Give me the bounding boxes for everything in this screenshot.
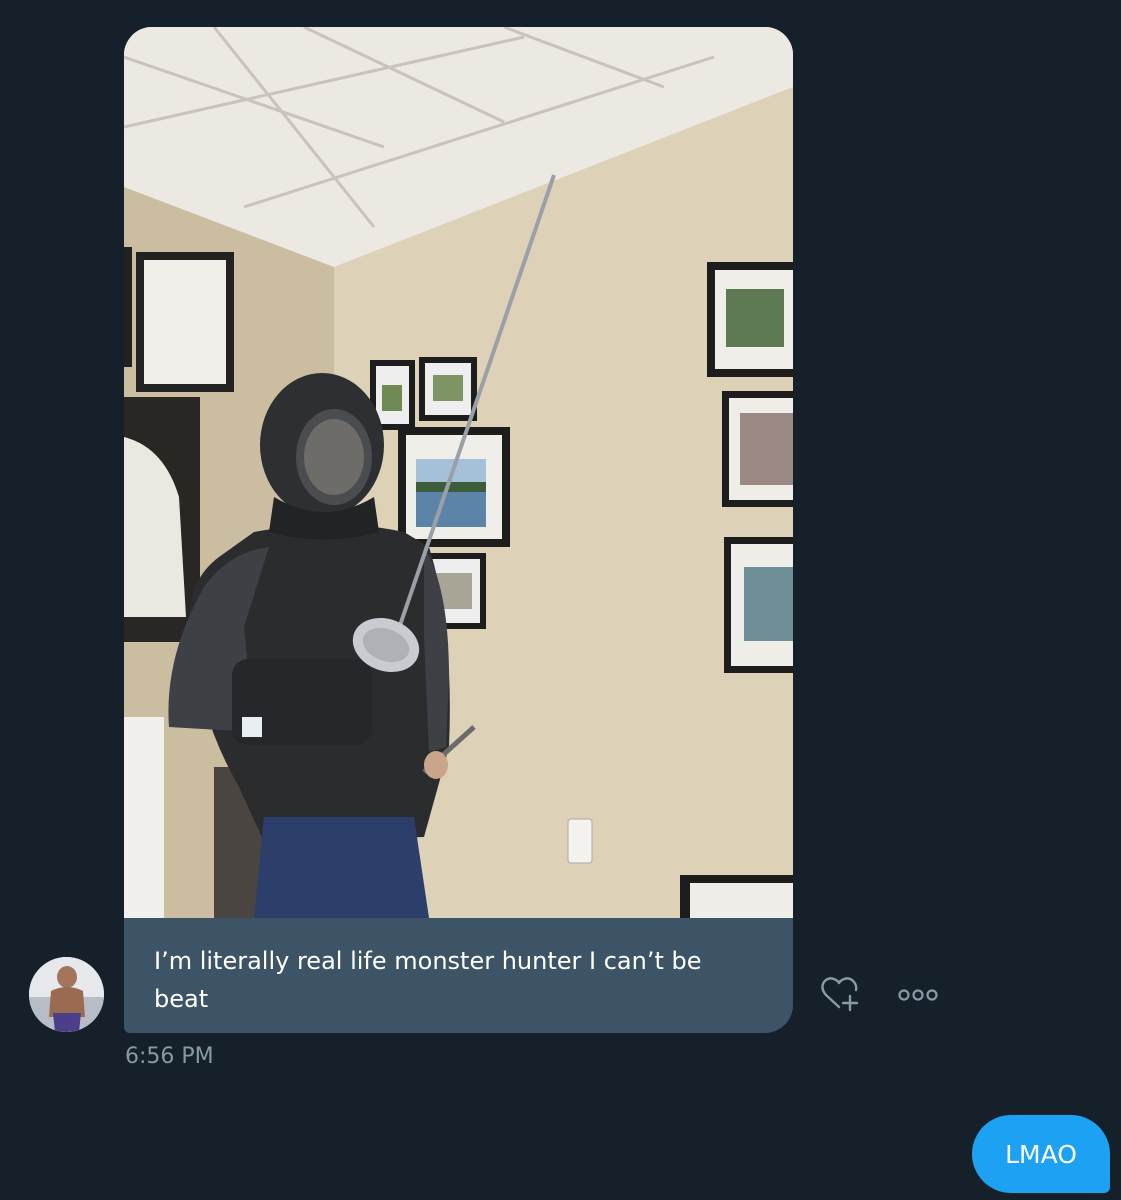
received-message-bubble: I’m literally real life monster hunter I… xyxy=(124,27,793,1033)
more-horizontal-icon xyxy=(897,987,939,1006)
heart-plus-icon xyxy=(818,974,862,1018)
sender-avatar[interactable] xyxy=(29,957,104,1032)
message-text: I’m literally real life monster hunter I… xyxy=(154,947,702,1013)
message-thread: I’m literally real life monster hunter I… xyxy=(0,0,1121,1200)
message-photo[interactable] xyxy=(124,27,793,918)
message-timestamp: 6:56 PM xyxy=(125,1044,214,1069)
add-reaction-button[interactable] xyxy=(818,974,862,1018)
sent-message-bubble: LMAO xyxy=(972,1115,1110,1193)
more-options-button[interactable] xyxy=(894,974,942,1018)
